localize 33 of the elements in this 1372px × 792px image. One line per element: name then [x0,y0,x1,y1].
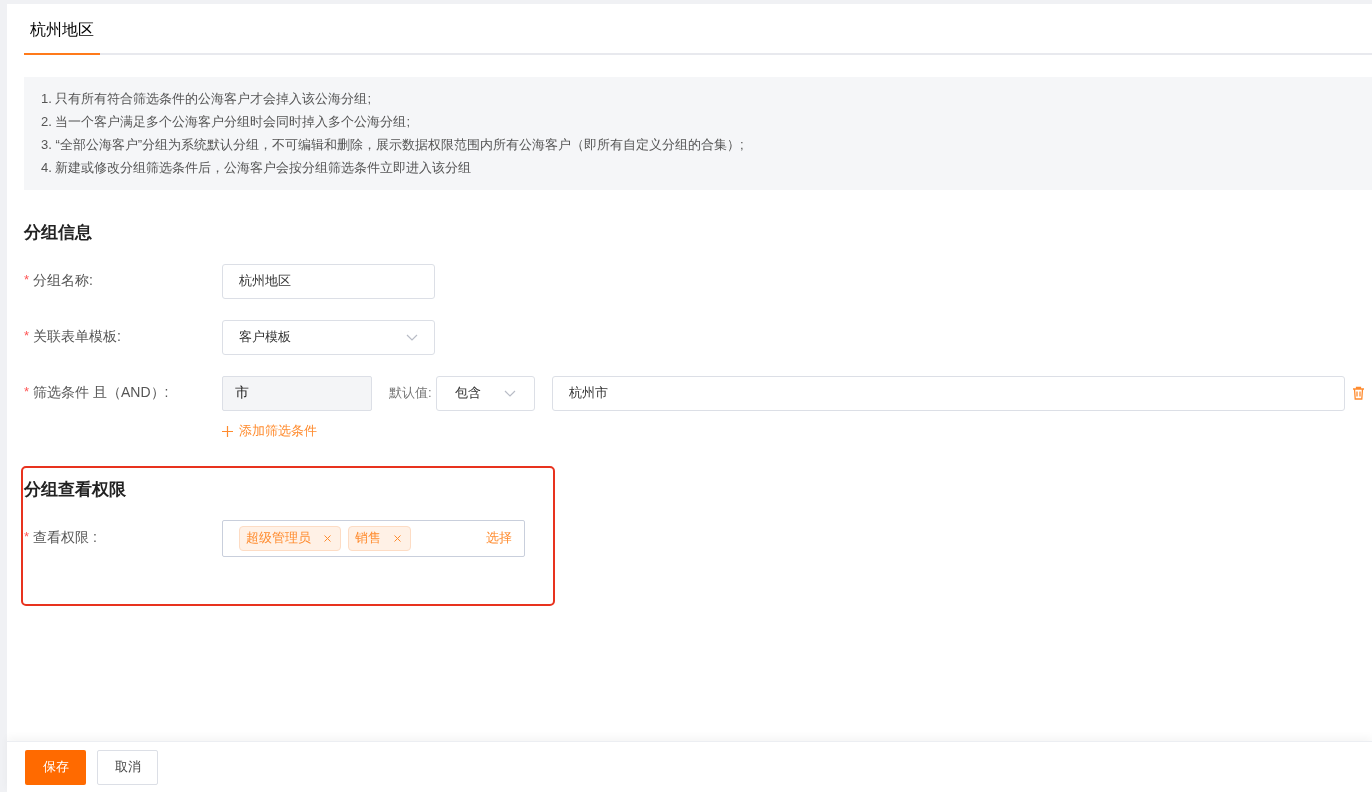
field-label: 查看权限 : [33,529,97,547]
field-label: 筛选条件 且（AND）: [33,384,169,402]
chevron-down-icon [503,389,516,397]
default-label: 默认值: [389,384,432,402]
trash-icon[interactable] [1351,386,1365,400]
required-mark: * [24,328,30,345]
required-mark: * [24,272,30,289]
required-mark: * [24,529,30,546]
select-value: 客户模板 [239,328,291,346]
section-title: 分组信息 [24,222,93,244]
plus-icon [222,425,233,437]
close-icon[interactable] [394,534,401,542]
tag-text: 销售 [355,529,381,547]
value-input[interactable]: 杭州市 [551,375,1345,411]
tab[interactable]: 杭州地区 [24,20,100,55]
condition-field: 市 [222,375,372,411]
chevron-down-icon [406,333,418,341]
field-label: 关联表单模板: [33,328,121,346]
select-value: 包含 [454,384,481,402]
notice-line: 1. 只有所有符合筛选条件的公海客户才会掉入该公海分组; [41,90,373,108]
operator-select[interactable]: 包含 [435,375,535,411]
name-input[interactable]: 杭州地区 [222,263,435,299]
required-mark: * [24,384,30,401]
template-select[interactable]: 客户模板 [222,319,435,355]
notice-line: 3. “全部公海客户”分组为系统默认分组，不可编辑和删除，展示数据权限范围内所有公海客户（即所有自定义分组的合集）; [41,136,745,154]
notice-line: 4. 新建或修改分组筛选条件后，公海客户会按分组筛选条件立即进入该分组 [41,159,473,177]
link-text: 添加筛选条件 [239,422,317,440]
cancel-button[interactable]: 取消 [97,749,158,785]
field-label: 分组名称: [33,272,93,290]
tag-text: 超级管理员 [246,529,311,547]
section-title: 分组查看权限 [24,479,127,501]
notice-line: 2. 当一个客户满足多个公海客户分组时会同时掉入多个公海分组; [41,113,412,131]
close-icon[interactable] [324,534,331,542]
